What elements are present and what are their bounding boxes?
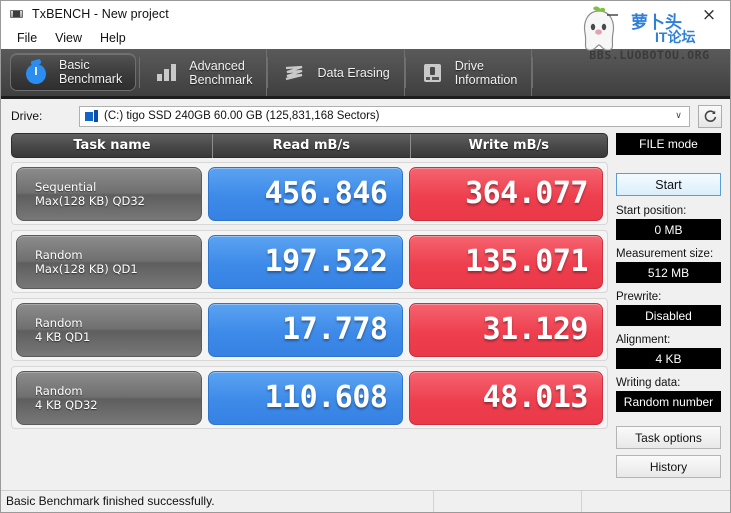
tab-basic-benchmark[interactable]: Basic Benchmark: [10, 53, 137, 91]
stopwatch-icon: [24, 58, 50, 85]
read-value: 197.522: [208, 234, 403, 289]
txbench-window: TxBENCH - New project × File View Help 萝…: [0, 0, 731, 513]
task-options-button[interactable]: Task options: [616, 426, 721, 449]
file-mode-button[interactable]: FILE mode: [616, 133, 721, 155]
writing-data-label: Writing data:: [616, 377, 681, 389]
task-name-line2: Max(128 KB) QD1: [35, 261, 138, 276]
window-title: TxBENCH - New project: [32, 7, 169, 21]
alignment-value[interactable]: 4 KB: [616, 348, 721, 369]
measurement-size-value[interactable]: 512 MB: [616, 262, 721, 283]
menu-bar: File View Help: [1, 27, 730, 49]
writing-data-value[interactable]: Random number: [616, 391, 721, 412]
table-row: Random Max(128 KB) QD1 197.522 135.071: [11, 230, 608, 293]
menu-item-view[interactable]: View: [46, 29, 91, 47]
menu-item-file[interactable]: File: [8, 29, 46, 47]
refresh-icon: [704, 109, 716, 122]
drive-label: Drive:: [11, 109, 43, 123]
column-header-task-name: Task name: [73, 137, 151, 153]
prewrite-value[interactable]: Disabled: [616, 305, 721, 326]
task-name-line1: Random: [35, 315, 83, 330]
menu-item-help[interactable]: Help: [91, 29, 135, 47]
tab-divider: [532, 57, 534, 88]
read-value: 110.608: [208, 370, 403, 425]
start-position-value[interactable]: 0 MB: [616, 219, 721, 240]
measurement-size-label: Measurement size:: [616, 248, 714, 260]
task-name-line1: Random: [35, 383, 83, 398]
task-name-line1: Sequential: [35, 179, 97, 194]
task-name-chip[interactable]: Sequential Max(128 KB) QD32: [16, 166, 202, 221]
table-row: Random 4 KB QD32 110.608 48.013: [11, 366, 608, 429]
options-panel: FILE mode Start Start position: 0 MB Mea…: [614, 133, 730, 490]
task-name-line2: Max(128 KB) QD32: [35, 193, 145, 208]
table-row: Random 4 KB QD1 17.778 31.129: [11, 298, 608, 361]
refresh-button[interactable]: [698, 104, 722, 128]
disk-icon: [85, 110, 99, 122]
tab-data-erasing-label: Data Erasing: [317, 65, 390, 80]
history-button[interactable]: History: [616, 455, 721, 478]
content-area: Task name Read mB/s Write mB/s Sequentia…: [1, 133, 730, 490]
column-header-write: Write mB/s: [409, 133, 608, 158]
app-drive-icon: [9, 6, 25, 22]
status-bar: Basic Benchmark finished successfully.: [1, 490, 730, 512]
task-name-line2: 4 KB QD1: [35, 329, 91, 344]
column-header-read: Read mB/s: [212, 133, 410, 158]
tab-advanced-benchmark[interactable]: Advanced Benchmark: [140, 49, 268, 96]
status-segment-3: [582, 491, 730, 512]
tab-drive-information-label: Drive Information: [454, 58, 518, 87]
bar-chart-icon: [154, 60, 180, 86]
table-row: Sequential Max(128 KB) QD32 456.846 364.…: [11, 162, 608, 225]
tab-advanced-benchmark-label: Advanced Benchmark: [189, 58, 253, 87]
results-rows: Sequential Max(128 KB) QD32 456.846 364.…: [11, 162, 608, 429]
title-bar: TxBENCH - New project ×: [1, 1, 730, 27]
hard-drive-icon: [420, 60, 446, 86]
tab-data-erasing[interactable]: Data Erasing: [268, 49, 405, 96]
write-value: 364.077: [408, 166, 603, 221]
drive-select[interactable]: (C:) tigo SSD 240GB 60.00 GB (125,831,16…: [79, 105, 690, 127]
task-name-line2: 4 KB QD32: [35, 397, 98, 412]
task-name-chip[interactable]: Random 4 KB QD32: [16, 370, 202, 425]
chevron-down-icon[interactable]: ∨: [670, 107, 687, 126]
write-value: 135.071: [408, 234, 603, 289]
write-value: 31.129: [408, 302, 603, 357]
results-table-header: Task name Read mB/s Write mB/s: [11, 133, 608, 158]
read-value: 17.778: [208, 302, 403, 357]
erase-waves-icon: [282, 60, 308, 86]
task-name-line1: Random: [35, 247, 83, 262]
drive-selector-row: Drive: (C:) tigo SSD 240GB 60.00 GB (125…: [1, 99, 730, 133]
start-position-label: Start position:: [616, 205, 687, 217]
write-value: 48.013: [408, 370, 603, 425]
results-panel: Task name Read mB/s Write mB/s Sequentia…: [1, 133, 614, 490]
task-name-chip[interactable]: Random Max(128 KB) QD1: [16, 234, 202, 289]
read-value: 456.846: [208, 166, 403, 221]
tab-basic-benchmark-label: Basic Benchmark: [59, 58, 123, 86]
tab-drive-information[interactable]: Drive Information: [406, 49, 533, 96]
status-message: Basic Benchmark finished successfully.: [1, 491, 434, 512]
tab-bar: Basic Benchmark Advanced Benchmark Data …: [1, 49, 730, 99]
prewrite-label: Prewrite:: [616, 291, 662, 303]
task-name-chip[interactable]: Random 4 KB QD1: [16, 302, 202, 357]
alignment-label: Alignment:: [616, 334, 671, 346]
drive-selected-value: (C:) tigo SSD 240GB 60.00 GB (125,831,16…: [104, 110, 380, 122]
start-button[interactable]: Start: [616, 173, 721, 196]
status-segment-2: [434, 491, 582, 512]
close-icon[interactable]: ×: [698, 5, 720, 25]
